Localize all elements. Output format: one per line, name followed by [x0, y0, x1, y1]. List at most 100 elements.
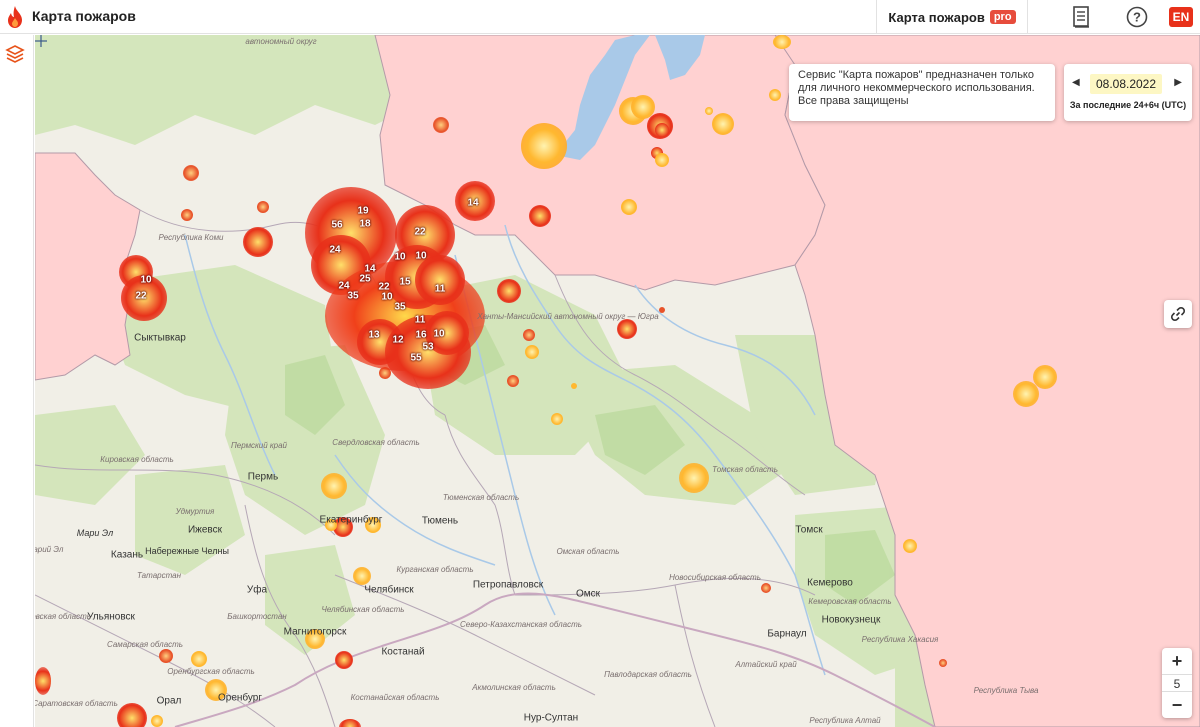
- fire-marker[interactable]: [497, 279, 521, 303]
- region-label: Республика Тыва: [973, 686, 1039, 695]
- region-label: автономный округ: [245, 37, 317, 46]
- region-label: Кировская область: [100, 455, 174, 464]
- cluster-count: 18: [359, 218, 371, 230]
- date-input[interactable]: 08.08.2022: [1090, 74, 1162, 94]
- city-label: Казань: [110, 549, 144, 561]
- previous-date-button[interactable]: ◀: [1072, 77, 1080, 88]
- language-button[interactable]: EN: [1164, 0, 1198, 34]
- region-label: Свердловская область: [332, 438, 420, 447]
- link-icon: [1170, 306, 1186, 322]
- city-label: Новокузнецк: [821, 614, 881, 626]
- cluster-count: 13: [368, 329, 380, 341]
- fire-marker[interactable]: [525, 345, 539, 359]
- region-label: Томская область: [712, 465, 778, 474]
- fire-marker[interactable]: [659, 307, 665, 313]
- city-label: Ульяновск: [87, 611, 135, 623]
- fire-marker[interactable]: [523, 329, 535, 341]
- fire-marker[interactable]: [655, 123, 669, 137]
- fire-marker[interactable]: [621, 199, 637, 215]
- region-label: Алтайский край: [735, 660, 797, 669]
- docs-button[interactable]: [1064, 0, 1098, 34]
- city-label: Нур-Султан: [523, 712, 579, 724]
- cluster-count: 35: [347, 290, 359, 302]
- cluster-count: 10: [433, 328, 445, 340]
- region-label: Кемеровская область: [808, 597, 892, 606]
- fire-marker[interactable]: [243, 227, 273, 257]
- city-label: Мари Эл: [76, 528, 114, 538]
- fire-marker[interactable]: [433, 117, 449, 133]
- zoom-level: 5: [1162, 674, 1192, 692]
- fire-marker[interactable]: [655, 153, 669, 167]
- region-label: Курганская область: [396, 565, 474, 574]
- fire-marker[interactable]: [335, 651, 353, 669]
- cluster-count: 10: [415, 250, 427, 262]
- cluster-count: 53: [422, 341, 434, 353]
- city-label: Челябинск: [364, 584, 414, 596]
- map-center-crosshair: [35, 35, 47, 47]
- pro-badge: pro: [989, 10, 1016, 24]
- zoom-control: + 5 −: [1162, 648, 1192, 718]
- fire-marker[interactable]: [769, 89, 781, 101]
- city-label: Екатеринбург: [319, 514, 383, 526]
- region-label: Акмолинская область: [472, 683, 556, 692]
- fire-cluster[interactable]: [415, 255, 465, 305]
- fire-marker[interactable]: [571, 383, 577, 389]
- region-label: Костанайская область: [350, 693, 440, 702]
- city-label: Пермь: [247, 471, 279, 483]
- share-link-button[interactable]: [1164, 300, 1192, 328]
- fire-marker[interactable]: [705, 107, 713, 115]
- region-label: Саратовская область: [35, 699, 118, 708]
- cluster-count: 12: [392, 334, 404, 346]
- cluster-count: 10: [394, 251, 406, 263]
- region-label: Марий Эл: [35, 545, 64, 554]
- cluster-count: 55: [410, 352, 422, 364]
- fire-marker[interactable]: [507, 375, 519, 387]
- fire-marker[interactable]: [521, 123, 567, 169]
- region-label: Республика Хакасия: [861, 635, 939, 644]
- fire-marker[interactable]: [35, 667, 51, 695]
- pro-link-label: Карта пожаров: [888, 9, 985, 25]
- fire-marker[interactable]: [529, 205, 551, 227]
- cluster-count: 22: [135, 290, 147, 302]
- region-label: Удмуртия: [175, 507, 215, 516]
- fire-marker[interactable]: [1033, 365, 1057, 389]
- fire-marker[interactable]: [712, 113, 734, 135]
- fire-marker[interactable]: [181, 209, 193, 221]
- fire-marker[interactable]: [679, 463, 709, 493]
- cluster-count: 14: [467, 197, 479, 209]
- cluster-count: 35: [394, 301, 406, 313]
- city-label: Томск: [795, 524, 823, 536]
- region-label: Республика Коми: [158, 233, 224, 242]
- document-icon: [1073, 6, 1089, 28]
- pro-version-link[interactable]: Карта пожаров pro: [876, 0, 1028, 34]
- fire-marker[interactable]: [151, 715, 163, 727]
- zoom-out-button[interactable]: −: [1162, 694, 1192, 716]
- fire-marker[interactable]: [183, 165, 199, 181]
- fire-marker[interactable]: [773, 35, 791, 49]
- cluster-count: 11: [434, 283, 446, 295]
- svg-text:?: ?: [1133, 10, 1141, 25]
- fire-marker[interactable]: [551, 413, 563, 425]
- city-label: Набережные Челны: [145, 546, 229, 556]
- region-label: Оренбургская область: [167, 667, 255, 676]
- fire-marker[interactable]: [159, 649, 173, 663]
- cluster-count: 11: [414, 314, 426, 326]
- zoom-in-button[interactable]: +: [1162, 650, 1192, 672]
- cluster-count: 15: [399, 276, 411, 288]
- fire-marker[interactable]: [257, 201, 269, 213]
- cluster-count: 56: [331, 219, 343, 231]
- layers-icon[interactable]: [5, 44, 25, 69]
- fire-marker[interactable]: [191, 651, 207, 667]
- region-label: Самарская область: [106, 640, 184, 649]
- fire-marker[interactable]: [761, 583, 771, 593]
- fire-marker[interactable]: [617, 319, 637, 339]
- fire-marker[interactable]: [903, 539, 917, 553]
- help-button[interactable]: ?: [1120, 0, 1154, 34]
- fire-marker[interactable]: [117, 703, 147, 727]
- next-date-button[interactable]: ▶: [1174, 77, 1182, 88]
- fire-marker[interactable]: [353, 567, 371, 585]
- fire-map[interactable]: 56 19 18 22 24 10 10 14 25 15 24 35 22 1…: [35, 35, 1200, 727]
- region-label: Тюменская область: [442, 493, 520, 502]
- fire-marker[interactable]: [321, 473, 347, 499]
- fire-marker[interactable]: [939, 659, 947, 667]
